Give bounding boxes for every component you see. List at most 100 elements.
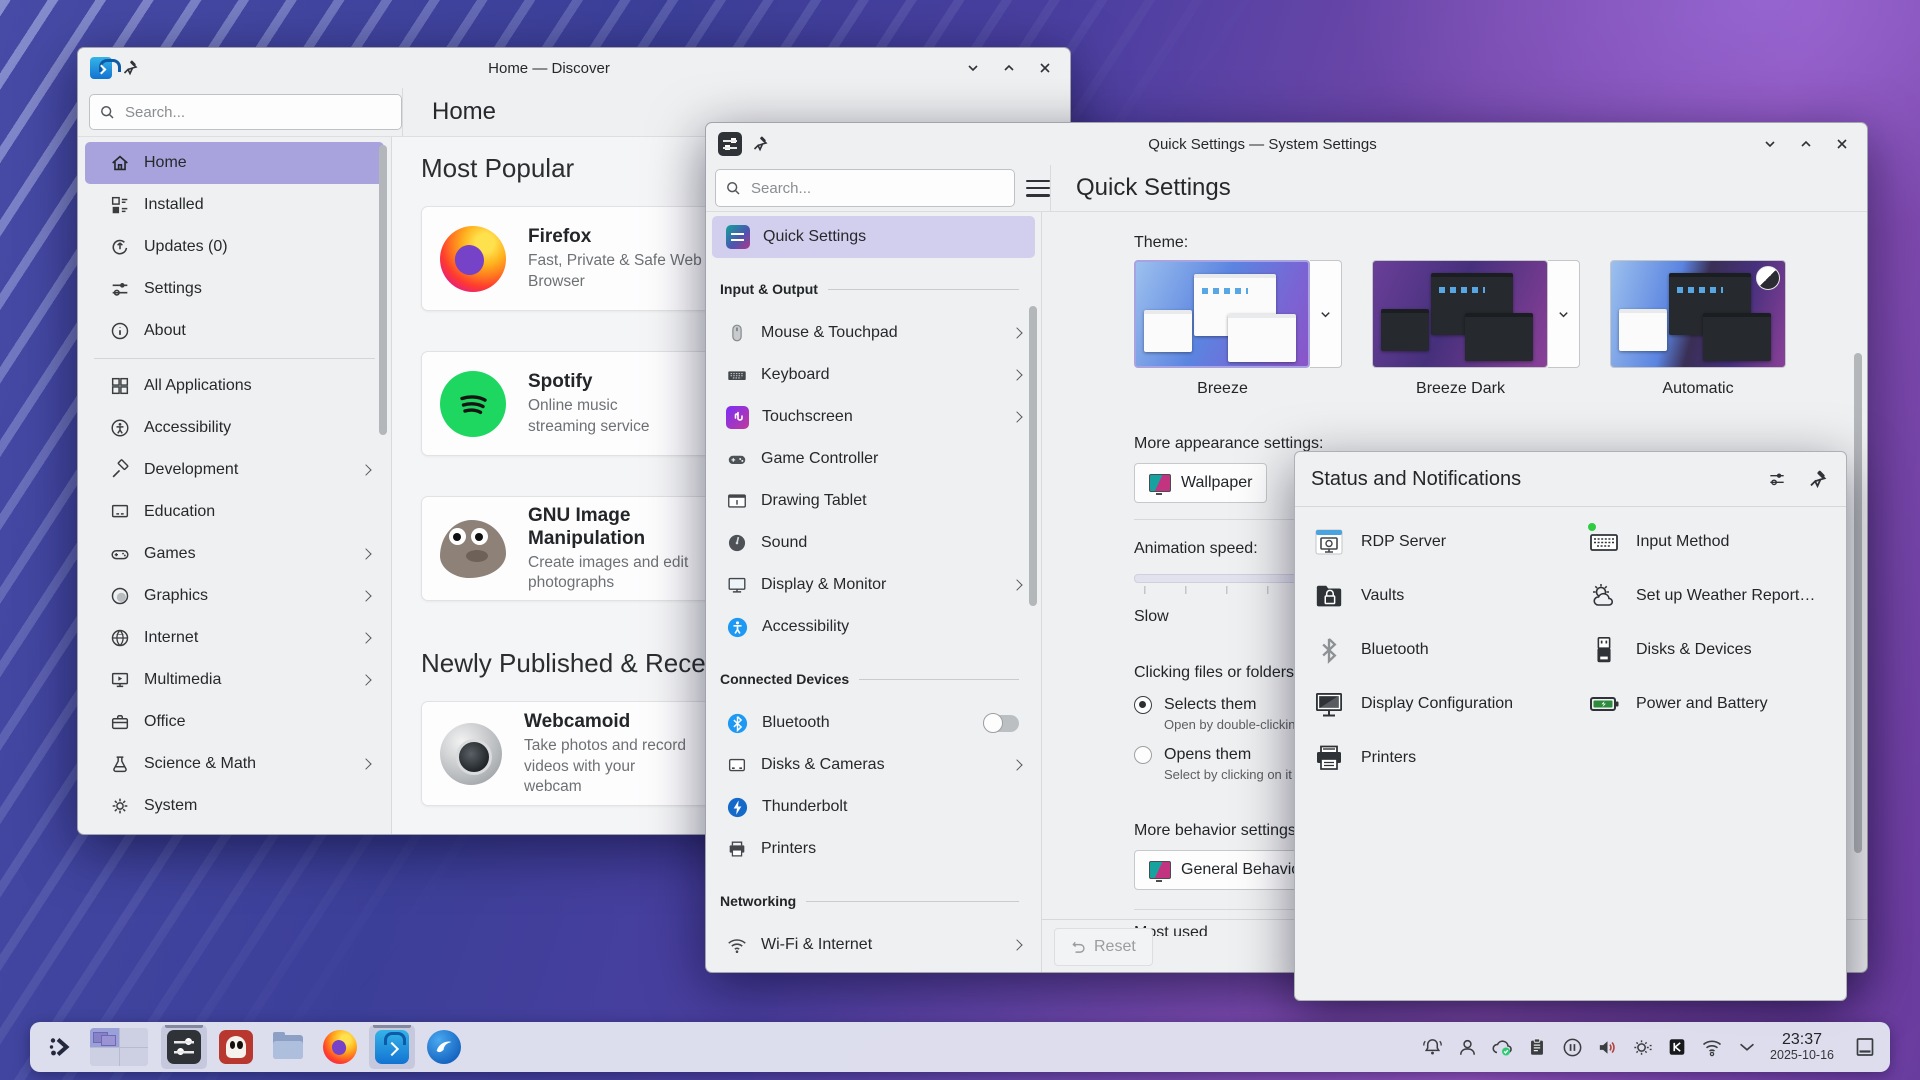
expand-tray-icon[interactable] bbox=[1732, 1030, 1762, 1064]
sidebar-item-education[interactable]: Education bbox=[85, 491, 384, 533]
close-icon[interactable] bbox=[1829, 131, 1855, 157]
theme-dropdown-button[interactable] bbox=[1548, 260, 1580, 368]
reset-button[interactable]: Reset bbox=[1054, 928, 1153, 966]
task-firefox[interactable] bbox=[317, 1025, 363, 1069]
sidebar-item-quick-settings[interactable]: Quick Settings bbox=[712, 216, 1035, 258]
sidebar-item-mouse-touchpad[interactable]: Mouse & Touchpad bbox=[712, 312, 1035, 354]
content-scrollbar[interactable] bbox=[1854, 353, 1862, 853]
sidebar-item-online-accounts[interactable]: Online Accounts bbox=[712, 966, 1035, 973]
settings-titlebar[interactable]: Quick Settings — System Settings bbox=[706, 123, 1867, 165]
media-pause-icon[interactable] bbox=[1557, 1030, 1587, 1064]
notifications-bell-icon[interactable] bbox=[1417, 1030, 1447, 1064]
bluetooth-toggle[interactable] bbox=[983, 715, 1019, 732]
desktop-4-cell[interactable] bbox=[120, 1048, 149, 1067]
sidebar-item-drawing-tablet[interactable]: Drawing Tablet bbox=[712, 480, 1035, 522]
sidebar-item-settings[interactable]: Settings bbox=[85, 268, 384, 310]
volume-icon[interactable] bbox=[1592, 1030, 1622, 1064]
discover-titlebar[interactable]: Home — Discover bbox=[78, 48, 1070, 88]
kate-icon[interactable] bbox=[1662, 1030, 1692, 1064]
clipboard-icon[interactable] bbox=[1522, 1030, 1552, 1064]
sidebar-scrollbar[interactable] bbox=[379, 145, 387, 435]
task-system-settings[interactable] bbox=[161, 1025, 207, 1069]
search-input-field[interactable] bbox=[123, 103, 391, 122]
sidebar-item-disks-cameras[interactable]: Disks & Cameras bbox=[712, 744, 1035, 786]
app-launcher-icon[interactable] bbox=[40, 1027, 80, 1067]
hamburger-menu-icon[interactable] bbox=[1026, 180, 1050, 197]
tray-entry-display-configuration[interactable]: Display Configuration bbox=[1305, 677, 1580, 731]
wallpaper-button[interactable]: Wallpaper bbox=[1134, 463, 1267, 503]
desktop-2-cell[interactable] bbox=[120, 1028, 149, 1047]
sidebar-item-sound[interactable]: Sound bbox=[712, 522, 1035, 564]
search-input[interactable] bbox=[89, 94, 402, 130]
network-wifi-icon[interactable] bbox=[1697, 1030, 1727, 1064]
breeze-dark-thumbnail[interactable] bbox=[1372, 260, 1548, 368]
sidebar-item-touchscreen[interactable]: Touchscreen bbox=[712, 396, 1035, 438]
sidebar-item-updates[interactable]: Updates (0) bbox=[85, 226, 384, 268]
sidebar-item-about[interactable]: About bbox=[85, 310, 384, 352]
tray-entry-disks-devices[interactable]: Disks & Devices bbox=[1580, 623, 1840, 677]
minimize-icon[interactable] bbox=[960, 55, 986, 81]
theme-option-breeze[interactable]: Breeze bbox=[1134, 260, 1342, 398]
task-dolphin[interactable] bbox=[265, 1025, 311, 1069]
pin-icon[interactable] bbox=[1804, 466, 1830, 492]
pin-icon[interactable] bbox=[752, 136, 768, 152]
sidebar-item-games[interactable]: Games bbox=[85, 533, 384, 575]
theme-dropdown-button[interactable] bbox=[1310, 260, 1342, 368]
sidebar-item-bluetooth[interactable]: Bluetooth bbox=[712, 702, 1035, 744]
tray-entry-input-method[interactable]: Input Method bbox=[1580, 515, 1840, 569]
maximize-icon[interactable] bbox=[1793, 131, 1819, 157]
sidebar-item-display-monitor[interactable]: Display & Monitor bbox=[712, 564, 1035, 606]
sidebar-item-system[interactable]: System bbox=[85, 785, 384, 827]
pin-icon[interactable] bbox=[122, 60, 138, 76]
breeze-thumbnail[interactable] bbox=[1134, 260, 1310, 368]
theme-option-automatic[interactable]: Automatic bbox=[1610, 260, 1786, 398]
sidebar-item-office[interactable]: Office bbox=[85, 701, 384, 743]
brightness-icon[interactable] bbox=[1627, 1030, 1657, 1064]
sidebar-item-internet[interactable]: Internet bbox=[85, 617, 384, 659]
search-input[interactable] bbox=[715, 169, 1015, 207]
tray-entry-rdp-server[interactable]: RDP Server bbox=[1305, 515, 1580, 569]
sidebar-item-development[interactable]: Development bbox=[85, 449, 384, 491]
task-discover[interactable] bbox=[369, 1025, 415, 1069]
maximize-icon[interactable] bbox=[996, 55, 1022, 81]
sidebar-item-wifi-internet[interactable]: Wi-Fi & Internet bbox=[712, 924, 1035, 966]
discover-task-icon bbox=[375, 1030, 409, 1064]
sidebar-item-home[interactable]: Home bbox=[85, 142, 384, 184]
sidebar-item-thunderbolt[interactable]: Thunderbolt bbox=[712, 786, 1035, 828]
tray-entry-bluetooth[interactable]: Bluetooth bbox=[1305, 623, 1580, 677]
radio-label: Opens them bbox=[1164, 746, 1251, 764]
tray-entry-weather[interactable]: Set up Weather Report… bbox=[1580, 569, 1840, 623]
configure-icon[interactable] bbox=[1764, 466, 1790, 492]
digital-clock[interactable]: 23:37 2025-10-16 bbox=[1770, 1031, 1834, 1062]
sidebar-item-all-applications[interactable]: All Applications bbox=[85, 365, 384, 407]
tray-entry-printers[interactable]: Printers bbox=[1305, 731, 1580, 785]
theme-option-breeze-dark[interactable]: Breeze Dark bbox=[1372, 260, 1580, 398]
tray-entry-vaults[interactable]: Vaults bbox=[1305, 569, 1580, 623]
task-ghostwriter[interactable] bbox=[213, 1025, 259, 1069]
sidebar-item-game-controller[interactable]: Game Controller bbox=[712, 438, 1035, 480]
sidebar-item-accessibility[interactable]: Accessibility bbox=[85, 407, 384, 449]
virtual-desktop-pager[interactable] bbox=[90, 1028, 148, 1066]
task-falkon[interactable] bbox=[421, 1025, 467, 1069]
cloud-sync-icon[interactable] bbox=[1487, 1030, 1517, 1064]
sidebar-item-graphics[interactable]: Graphics bbox=[85, 575, 384, 617]
sidebar-item-accessibility[interactable]: Accessibility bbox=[712, 606, 1035, 648]
search-input-field[interactable] bbox=[749, 179, 1004, 198]
desktop-1-cell[interactable] bbox=[90, 1028, 119, 1047]
automatic-thumbnail[interactable] bbox=[1610, 260, 1786, 368]
general-behavior-button[interactable]: General Behavior bbox=[1134, 850, 1321, 890]
close-icon[interactable] bbox=[1032, 55, 1058, 81]
sidebar-item-printers[interactable]: Printers bbox=[712, 828, 1035, 870]
sidebar-item-science-math[interactable]: Science & Math bbox=[85, 743, 384, 785]
radio-unselected-icon[interactable] bbox=[1134, 746, 1152, 764]
desktop-3-cell[interactable] bbox=[90, 1048, 119, 1067]
tray-entry-power-battery[interactable]: Power and Battery bbox=[1580, 677, 1840, 731]
user-icon[interactable] bbox=[1452, 1030, 1482, 1064]
radio-selected-icon[interactable] bbox=[1134, 696, 1152, 714]
minimize-icon[interactable] bbox=[1757, 131, 1783, 157]
sidebar-scrollbar[interactable] bbox=[1029, 306, 1037, 606]
sidebar-item-keyboard[interactable]: Keyboard bbox=[712, 354, 1035, 396]
sidebar-item-installed[interactable]: Installed bbox=[85, 184, 384, 226]
show-desktop-button[interactable] bbox=[1850, 1030, 1880, 1064]
sidebar-item-multimedia[interactable]: Multimedia bbox=[85, 659, 384, 701]
